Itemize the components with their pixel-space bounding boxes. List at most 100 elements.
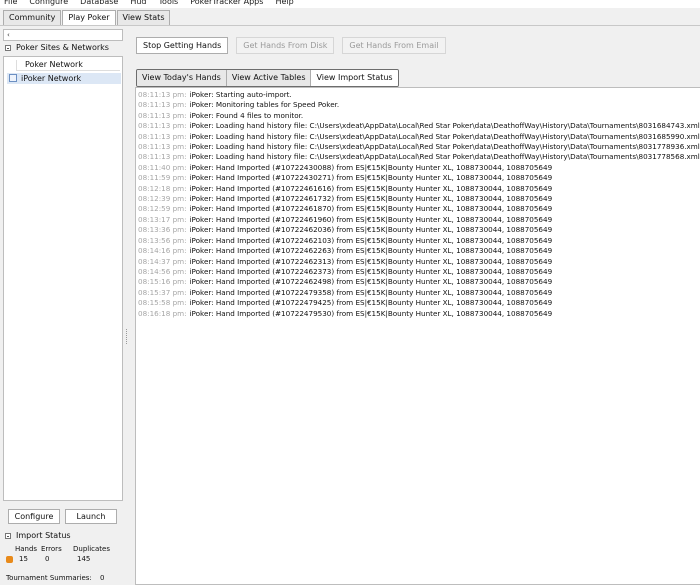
import-status-section: Import Status Hands Errors Duplicates 15… — [3, 529, 123, 564]
log-timestamp: 08:13:36 pm: — [138, 225, 187, 235]
log-timestamp: 08:13:56 pm: — [138, 235, 187, 245]
log-line: 08:15:16 pm: iPoker: Hand Imported (#1072… — [138, 277, 700, 287]
log-line: 08:11:13 pm: iPoker: Starting auto-import… — [138, 90, 700, 100]
log-message: iPoker: Loading hand history file: C:\Us… — [189, 142, 700, 152]
log-line: 08:11:13 pm: iPoker: Loading hand history… — [138, 121, 700, 131]
tab-view-todays-hands[interactable]: View Today's Hands — [137, 70, 227, 86]
get-hands-from-disk-button[interactable]: Get Hands From Disk — [236, 37, 335, 54]
log-timestamp: 08:12:18 pm: — [138, 183, 187, 193]
stat-hands-value-wrap: 15 — [6, 554, 41, 564]
log-timestamp: 08:11:13 pm: — [138, 142, 187, 152]
log-line: 08:11:13 pm: iPoker: Monitoring tables fo… — [138, 100, 700, 110]
collapse-icon — [5, 532, 11, 539]
log-line: 08:13:17 pm: iPoker: Hand Imported (#1072… — [138, 215, 700, 225]
log-message: iPoker: Hand Imported (#10722462103) fro… — [189, 235, 553, 245]
log-message: iPoker: Hand Imported (#10722461870) fro… — [189, 204, 553, 214]
log-timestamp: 08:12:39 pm: — [138, 194, 187, 204]
stat-duplicates-header: Duplicates — [73, 545, 110, 553]
get-hands-from-email-button[interactable]: Get Hands From Email — [342, 37, 446, 54]
collapse-icon — [5, 44, 11, 51]
stop-getting-hands-button[interactable]: Stop Getting Hands — [136, 37, 229, 54]
log-line: 08:11:13 pm: iPoker: Loading hand history… — [138, 142, 700, 152]
network-list: Poker Network iPoker Network — [3, 56, 123, 501]
sites-section-header[interactable]: Poker Sites & Networks — [3, 41, 123, 54]
tab-community[interactable]: Community — [3, 10, 62, 25]
menu-tools[interactable]: Tools — [159, 0, 179, 8]
tournament-summaries: Tournament Summaries: 0 — [6, 574, 104, 583]
menu-database[interactable]: Database — [80, 0, 118, 8]
log-timestamp: 08:11:40 pm: — [138, 162, 187, 172]
import-toolbar: Stop Getting Hands Get Hands From Disk G… — [136, 37, 446, 54]
log-message: iPoker: Loading hand history file: C:\Us… — [189, 152, 700, 162]
log-line: 08:12:39 pm: iPoker: Hand Imported (#1072… — [138, 194, 700, 204]
tab-view-active-tables[interactable]: View Active Tables — [226, 70, 312, 86]
log-message: iPoker: Hand Imported (#10722430088) fro… — [189, 162, 553, 172]
log-line: 08:13:36 pm: iPoker: Hand Imported (#1072… — [138, 225, 700, 235]
network-column-header[interactable]: Poker Network — [16, 60, 120, 71]
log-timestamp: 08:11:13 pm: — [138, 90, 187, 99]
left-button-row: Configure Launch — [8, 509, 123, 524]
log-timestamp: 08:11:13 pm: — [138, 121, 187, 131]
log-message: iPoker: Hand Imported (#10722479425) fro… — [189, 298, 553, 308]
import-log[interactable]: 08:11:13 pm: iPoker: Starting auto-import… — [135, 87, 700, 585]
stat-duplicates-value: 145 — [77, 555, 91, 563]
log-line: 08:11:13 pm: iPoker: Found 4 files to mon… — [138, 111, 700, 121]
collapse-panel-button[interactable]: ‹ — [3, 29, 123, 41]
log-timestamp: 08:15:16 pm: — [138, 277, 187, 287]
log-timestamp: 08:11:13 pm: — [138, 110, 187, 120]
log-message: iPoker: Hand Imported (#10722430271) fro… — [189, 173, 553, 183]
log-line: 08:15:58 pm: iPoker: Hand Imported (#1072… — [138, 298, 700, 308]
menu-help[interactable]: Help — [275, 0, 293, 8]
log-timestamp: 08:11:13 pm: — [138, 100, 187, 110]
log-timestamp: 08:12:59 pm: — [138, 204, 187, 214]
configure-button[interactable]: Configure — [8, 509, 60, 524]
right-panel: Stop Getting Hands Get Hands From Disk G… — [130, 29, 700, 585]
log-timestamp: 08:15:37 pm: — [138, 287, 187, 297]
left-panel: ‹ Poker Sites & Networks Poker Network i… — [3, 29, 123, 585]
log-line: 08:14:16 pm: iPoker: Hand Imported (#1072… — [138, 246, 700, 256]
tab-view-import-status[interactable]: View Import Status — [311, 70, 398, 86]
log-message: iPoker: Hand Imported (#10722461960) fro… — [189, 214, 553, 224]
log-line: 08:11:40 pm: iPoker: Hand Imported (#1072… — [138, 163, 700, 173]
main-tab-bar: Community Play Poker View Stats — [0, 9, 700, 26]
menu-pokertracker-apps[interactable]: PokerTracker Apps — [190, 0, 263, 8]
log-timestamp: 08:11:59 pm: — [138, 173, 187, 183]
hand-icon — [6, 556, 13, 563]
log-line: 08:16:18 pm: iPoker: Hand Imported (#1072… — [138, 309, 700, 319]
log-timestamp: 08:16:18 pm: — [138, 308, 187, 318]
log-message: iPoker: Hand Imported (#10722479530) fro… — [189, 308, 553, 318]
import-stats: Hands Errors Duplicates 15 0 145 — [6, 544, 123, 564]
log-line: 08:11:59 pm: iPoker: Hand Imported (#1072… — [138, 173, 700, 183]
log-timestamp: 08:11:13 pm: — [138, 152, 187, 162]
log-line: 08:12:18 pm: iPoker: Hand Imported (#1072… — [138, 184, 700, 194]
log-message: iPoker: Monitoring tables for Speed Poke… — [189, 100, 340, 110]
splitter-grip-icon — [126, 329, 128, 344]
menu-bar: File Configure Database Hud Tools PokerT… — [0, 0, 700, 8]
sites-header-label: Poker Sites & Networks — [16, 43, 109, 52]
log-message: iPoker: Found 4 files to monitor. — [189, 110, 304, 120]
log-message: iPoker: Hand Imported (#10722462036) fro… — [189, 225, 553, 235]
tab-view-stats[interactable]: View Stats — [116, 10, 171, 25]
log-line: 08:14:37 pm: iPoker: Hand Imported (#1072… — [138, 257, 700, 267]
stat-errors-header: Errors — [41, 545, 62, 553]
launch-button[interactable]: Launch — [65, 509, 117, 524]
log-timestamp: 08:13:17 pm: — [138, 214, 187, 224]
import-status-header[interactable]: Import Status — [3, 529, 123, 542]
log-message: iPoker: Hand Imported (#10722462498) fro… — [189, 277, 553, 287]
import-status-label: Import Status — [16, 531, 71, 540]
log-message: iPoker: Hand Imported (#10722479358) fro… — [189, 287, 553, 297]
log-timestamp: 08:11:13 pm: — [138, 131, 187, 141]
tournament-summaries-value: 0 — [100, 574, 105, 582]
menu-file[interactable]: File — [4, 0, 17, 8]
tab-play-poker[interactable]: Play Poker — [62, 10, 116, 25]
network-row-label: iPoker Network — [21, 74, 82, 83]
log-message: iPoker: Loading hand history file: C:\Us… — [189, 121, 700, 131]
log-line: 08:11:13 pm: iPoker: Loading hand history… — [138, 152, 700, 162]
log-line: 08:14:56 pm: iPoker: Hand Imported (#1072… — [138, 267, 700, 277]
network-row-ipoker[interactable]: iPoker Network — [7, 73, 121, 84]
stat-hands-value: 15 — [19, 555, 28, 563]
menu-configure[interactable]: Configure — [29, 0, 68, 8]
menu-hud[interactable]: Hud — [130, 0, 146, 8]
log-timestamp: 08:15:58 pm: — [138, 298, 187, 308]
log-message: iPoker: Hand Imported (#10722462313) fro… — [189, 256, 553, 266]
